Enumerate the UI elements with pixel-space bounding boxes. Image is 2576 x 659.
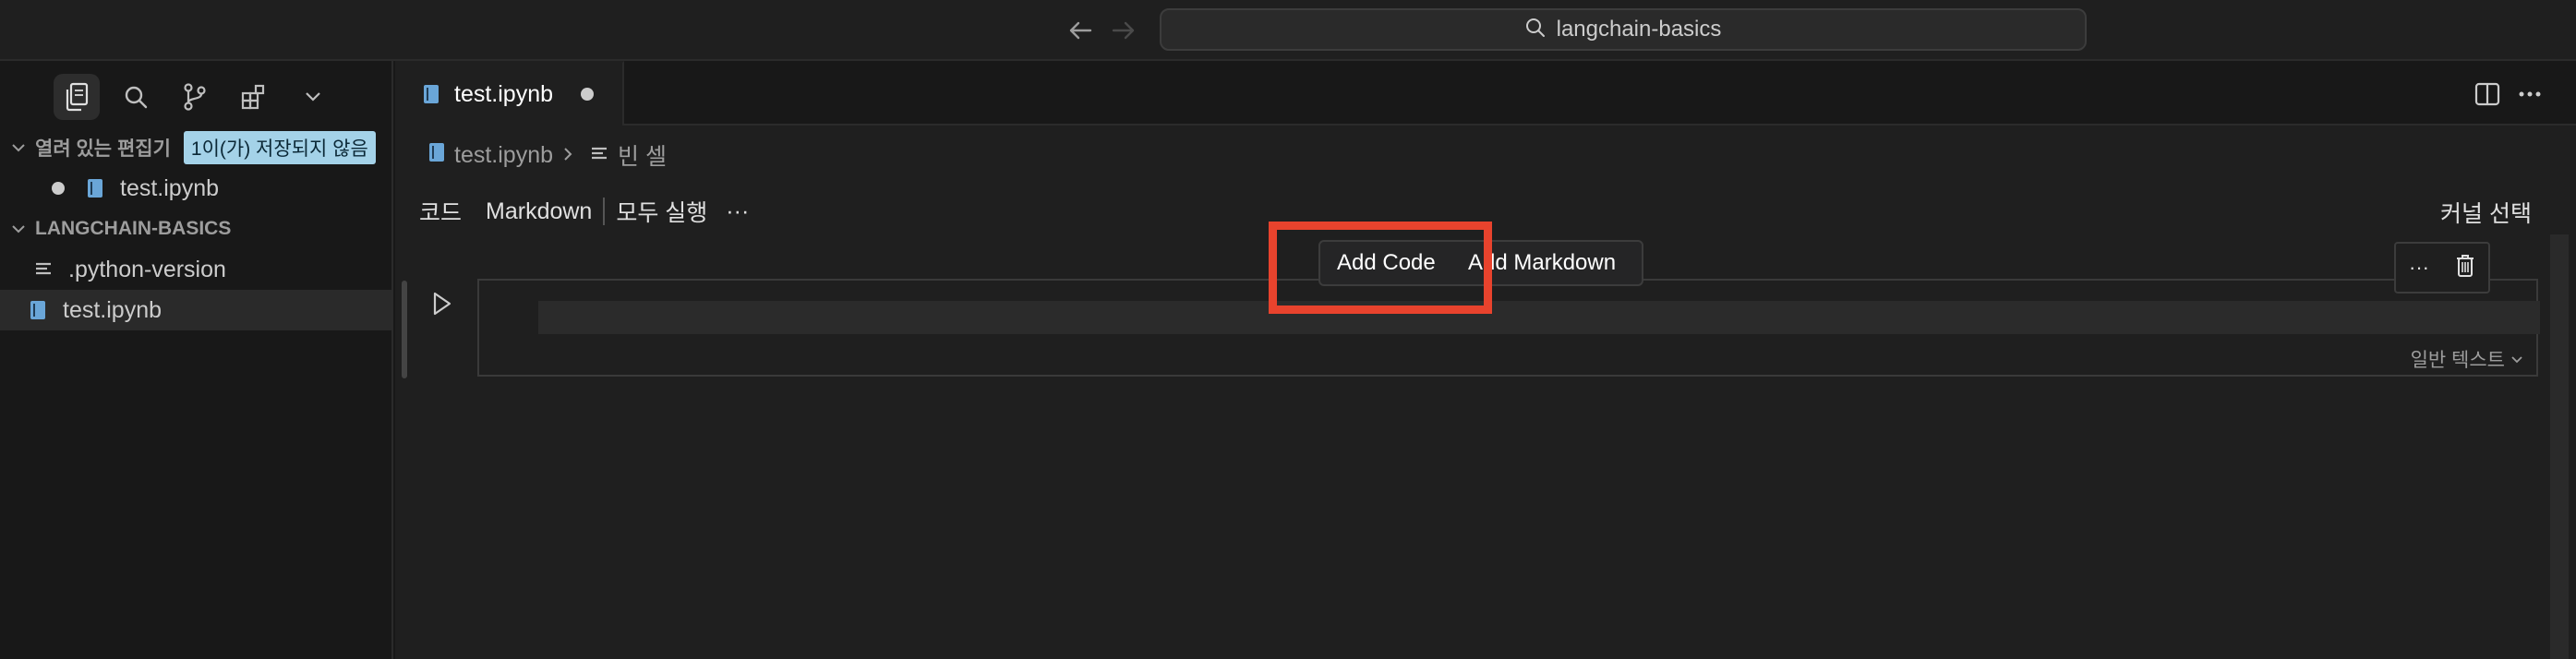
more-actions-icon[interactable] — [2515, 79, 2545, 109]
run-all-button[interactable]: 모두 실행 — [616, 195, 707, 228]
tab-bar: test.ipynb — [395, 61, 2576, 126]
arrow-right-icon[interactable] — [1108, 15, 1139, 46]
arrow-left-icon[interactable] — [1065, 15, 1096, 46]
open-editors-title: 열려 있는 편집기 — [35, 138, 171, 160]
cell-language-label: 일반 텍스트 — [2410, 350, 2505, 371]
title-bar: langchain-basics — [0, 0, 2576, 61]
tab-test-ipynb[interactable]: test.ipynb — [395, 61, 624, 126]
cell-toolbar: ··· — [2394, 242, 2490, 294]
chevron-down-icon — [11, 223, 31, 234]
tab-label: test.ipynb — [454, 80, 554, 107]
extensions-icon[interactable] — [231, 74, 277, 120]
toolbar-more-button[interactable]: ··· — [726, 198, 749, 225]
chevron-right-icon — [562, 142, 573, 169]
breadcrumb-section[interactable]: 빈 셀 — [618, 138, 667, 172]
toolbar-divider — [603, 198, 606, 225]
file-test-ipynb[interactable]: test.ipynb — [0, 290, 391, 330]
explorer-icon[interactable] — [54, 74, 100, 120]
dirty-dot-icon[interactable] — [581, 88, 595, 101]
breadcrumb-file[interactable]: test.ipynb — [454, 142, 553, 169]
cell-more-button[interactable]: ··· — [2409, 256, 2429, 280]
cell-focus-indicator — [402, 281, 407, 378]
notebook-icon — [28, 298, 48, 322]
open-editor-item[interactable]: test.ipynb — [0, 168, 391, 209]
add-code-toolbar-button[interactable]: 코드 — [419, 195, 462, 228]
search-icon[interactable] — [113, 74, 159, 120]
notebook-cell[interactable]: 일반 텍스트 — [477, 279, 2540, 377]
sidebar: 열려 있는 편집기 1이(가) 저장되지 않음 test.ipynb LANGC… — [0, 61, 393, 659]
open-editor-label: test.ipynb — [120, 174, 220, 201]
trash-icon[interactable] — [2455, 254, 2475, 282]
activity-bar — [0, 61, 393, 129]
notebook-icon — [421, 82, 441, 106]
notebook-icon — [85, 176, 105, 200]
search-text: langchain-basics — [1556, 17, 1722, 42]
notebook-icon — [428, 142, 445, 169]
lines-icon — [33, 258, 54, 282]
file-python-version[interactable]: .python-version — [0, 249, 391, 290]
file-label: test.ipynb — [63, 296, 163, 323]
unsaved-badge: 1이(가) 저장되지 않음 — [183, 131, 376, 164]
chevron-down-icon — [2510, 348, 2523, 370]
workspace-header[interactable]: LANGCHAIN-BASICS — [0, 210, 393, 247]
command-center-search[interactable]: langchain-basics — [1160, 8, 2087, 51]
open-editors-header[interactable]: 열려 있는 편집기 1이(가) 저장되지 않음 — [0, 129, 393, 166]
workspace-title: LANGCHAIN-BASICS — [35, 218, 232, 239]
file-label: .python-version — [68, 256, 226, 282]
search-icon — [1525, 18, 1546, 42]
chevron-down-icon[interactable] — [290, 74, 336, 120]
annotation-highlight-box — [1269, 222, 1492, 314]
run-cell-icon[interactable] — [427, 288, 458, 319]
chevron-down-icon — [11, 142, 31, 153]
split-editor-icon[interactable] — [2473, 79, 2502, 109]
select-kernel-button[interactable]: 커널 선택 — [2440, 196, 2532, 229]
add-markdown-toolbar-button[interactable]: Markdown — [486, 198, 592, 225]
editor-scrollbar[interactable] — [2550, 234, 2569, 659]
dirty-dot-icon[interactable] — [52, 182, 65, 195]
lines-icon — [590, 142, 608, 169]
cell-language-selector[interactable]: 일반 텍스트 — [2411, 345, 2523, 373]
source-control-icon[interactable] — [172, 74, 218, 120]
cell-editor-input[interactable] — [538, 301, 2540, 334]
breadcrumb: test.ipynb 빈 셀 — [428, 137, 667, 174]
